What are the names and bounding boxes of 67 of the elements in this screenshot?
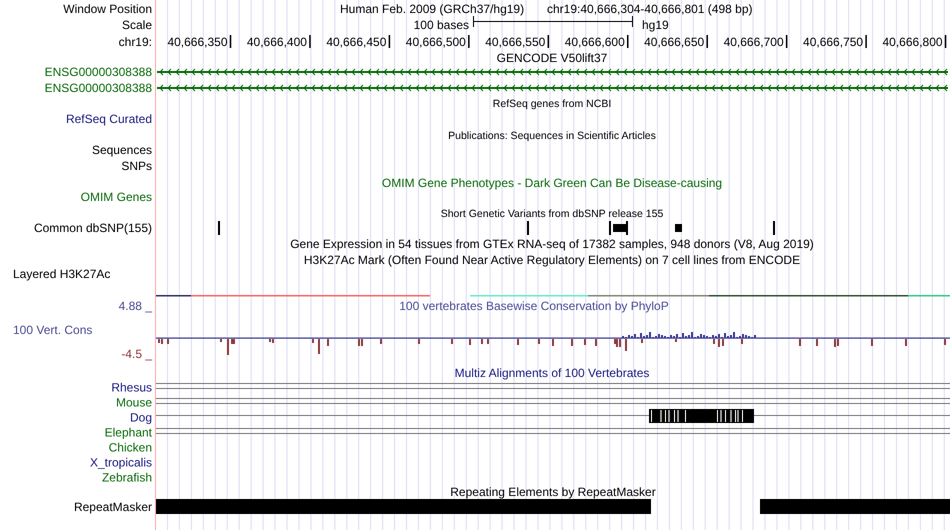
snp-mark[interactable] [773,221,775,235]
track-title: Short Genetic Variants from dbSNP release 155 [440,208,664,220]
tick-mark [230,35,232,48]
tick-mark [786,35,788,48]
tick-mark [388,35,390,48]
gene-label[interactable]: ENSG00000308388 [44,81,152,95]
tick-mark [548,35,550,48]
scale-text: 100 bases [414,18,469,32]
track-title: 100 vertebrates Basewise Conservation by PhyloP [399,299,669,313]
track-label: chr19: [118,35,152,49]
tick-label: 40,666,350 [167,35,228,49]
species-label[interactable]: Zebrafish [102,470,152,484]
assembly-title: Human Feb. 2009 (GRCh37/hg19) [340,2,524,16]
snp-mark[interactable] [675,224,682,232]
tick-mark [706,35,708,48]
track-title: H3K27Ac Mark (Often Found Near Active Regulatory Elements) on 7 cell lines from ENCODE [304,253,800,267]
track-label[interactable]: SNPs [121,159,152,173]
tick-mark [309,35,311,48]
species-label[interactable]: Mouse [116,396,152,410]
track-label: Scale [122,18,152,32]
tick-mark [627,35,628,48]
track-title: RefSeq genes from NCBI [492,98,612,110]
track-title: Repeating Elements by RepeatMasker [450,485,656,499]
assembly-label: hg19 [642,18,669,32]
tick-label: 40,666,450 [326,35,386,49]
track-label[interactable]: OMIM Genes [80,190,152,204]
tick-label: 40,666,650 [644,35,704,49]
tick-label: 40,666,700 [724,35,784,49]
tick-label: 40,666,550 [485,35,546,49]
snp-mark[interactable] [609,221,611,235]
track-label: Window Position [63,2,152,16]
repeat-block[interactable] [156,499,651,514]
tick-label: 40,666,800 [882,35,943,49]
tick-label: 40,666,400 [246,35,307,49]
axis-max-label: 4.88 _ [118,299,152,313]
gene-label[interactable]: ENSG00000308388 [44,65,152,79]
axis-min-label: -4.5 _ [121,347,152,361]
gene-line[interactable] [157,68,948,76]
track-title: GENCODE V50lift37 [496,51,608,65]
tick-mark [944,35,946,48]
position-text: chr19:40,666,304-40,666,801 (498 bp) [547,2,752,16]
species-label[interactable]: X_tropicalis [90,456,152,470]
track-label[interactable]: Common dbSNP(155) [34,221,152,235]
tick-label: 40,666,500 [406,35,466,49]
track-label[interactable]: Layered H3K27Ac [13,267,110,281]
track-label[interactable]: 100 Vert. Cons [13,323,92,337]
track-title: OMIM Gene Phenotypes - Dark Green Can Be Disease-causing [382,176,722,190]
snp-mark[interactable] [527,221,529,235]
species-label[interactable]: Rhesus [111,380,152,394]
track-title: Publications: Sequences in Scientific Articles [448,130,656,142]
tick-label: 40,666,600 [564,35,625,49]
track-label[interactable]: RepeatMasker [74,500,152,514]
snp-mark[interactable] [218,221,220,235]
gene-line[interactable] [157,84,948,92]
snp-mark[interactable] [626,221,628,235]
species-label[interactable]: Elephant [104,426,152,440]
track-label[interactable]: Sequences [92,143,152,157]
snp-mark[interactable] [613,224,626,232]
tick-mark [468,35,470,48]
species-label[interactable]: Chicken [108,440,152,454]
repeat-block[interactable] [760,499,950,514]
species-label[interactable]: Dog [130,410,152,424]
track-title: Multiz Alignments of 100 Vertebrates [454,366,650,380]
track-title: Gene Expression in 54 tissues from GTEx RNA-seq of 17382 samples, 948 donors (V8, Aug 2019) [290,237,814,251]
tick-label: 40,666,750 [803,35,864,49]
tick-mark [865,35,867,48]
track-label[interactable]: RefSeq Curated [66,112,152,126]
